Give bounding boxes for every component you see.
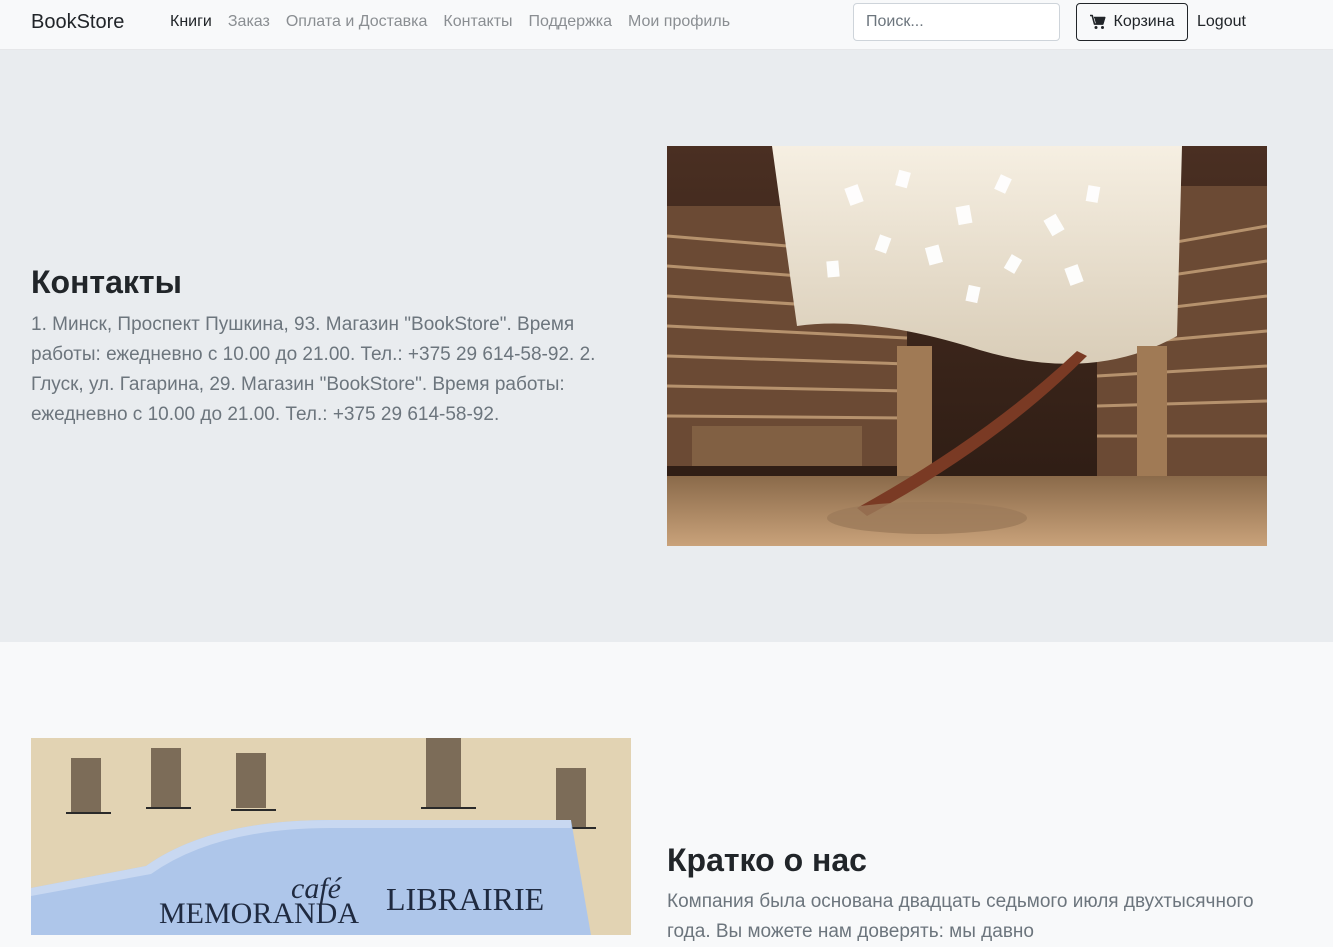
- nav-link-order[interactable]: Заказ: [228, 13, 270, 31]
- nav-link-payment-delivery[interactable]: Оплата и Доставка: [286, 13, 428, 31]
- cart-icon: [1089, 14, 1106, 30]
- cart-button[interactable]: Корзина: [1076, 3, 1188, 41]
- logout-link[interactable]: Logout: [1197, 13, 1246, 31]
- sign-librairie: LIBRAIRIE: [386, 881, 544, 917]
- bookstore-interior-image: [667, 146, 1267, 546]
- brand-link[interactable]: BookStore: [31, 11, 124, 34]
- nav-link-contacts[interactable]: Контакты: [443, 13, 512, 31]
- nav-links: Книги Заказ Оплата и Доставка Контакты П…: [170, 13, 746, 31]
- contacts-text: 1. Минск, Проспект Пушкина, 93. Магазин …: [31, 314, 596, 425]
- contacts-title: Контакты: [31, 264, 182, 300]
- cart-label: Корзина: [1113, 13, 1175, 30]
- navbar: BookStore Книги Заказ Оплата и Доставка …: [0, 0, 1333, 50]
- about-title: Кратко о нас: [667, 842, 867, 878]
- search-input[interactable]: [853, 3, 1060, 41]
- nav-link-books[interactable]: Книги: [170, 13, 212, 31]
- librairie-storefront-image: MEMORANDA café LIBRAIRIE: [31, 738, 631, 935]
- nav-link-support[interactable]: Поддержка: [529, 13, 612, 31]
- sign-cafe: café: [291, 872, 343, 905]
- about-text: Компания была основана двадцать седьмого…: [667, 891, 1254, 942]
- nav-link-profile[interactable]: Мои профиль: [628, 13, 730, 31]
